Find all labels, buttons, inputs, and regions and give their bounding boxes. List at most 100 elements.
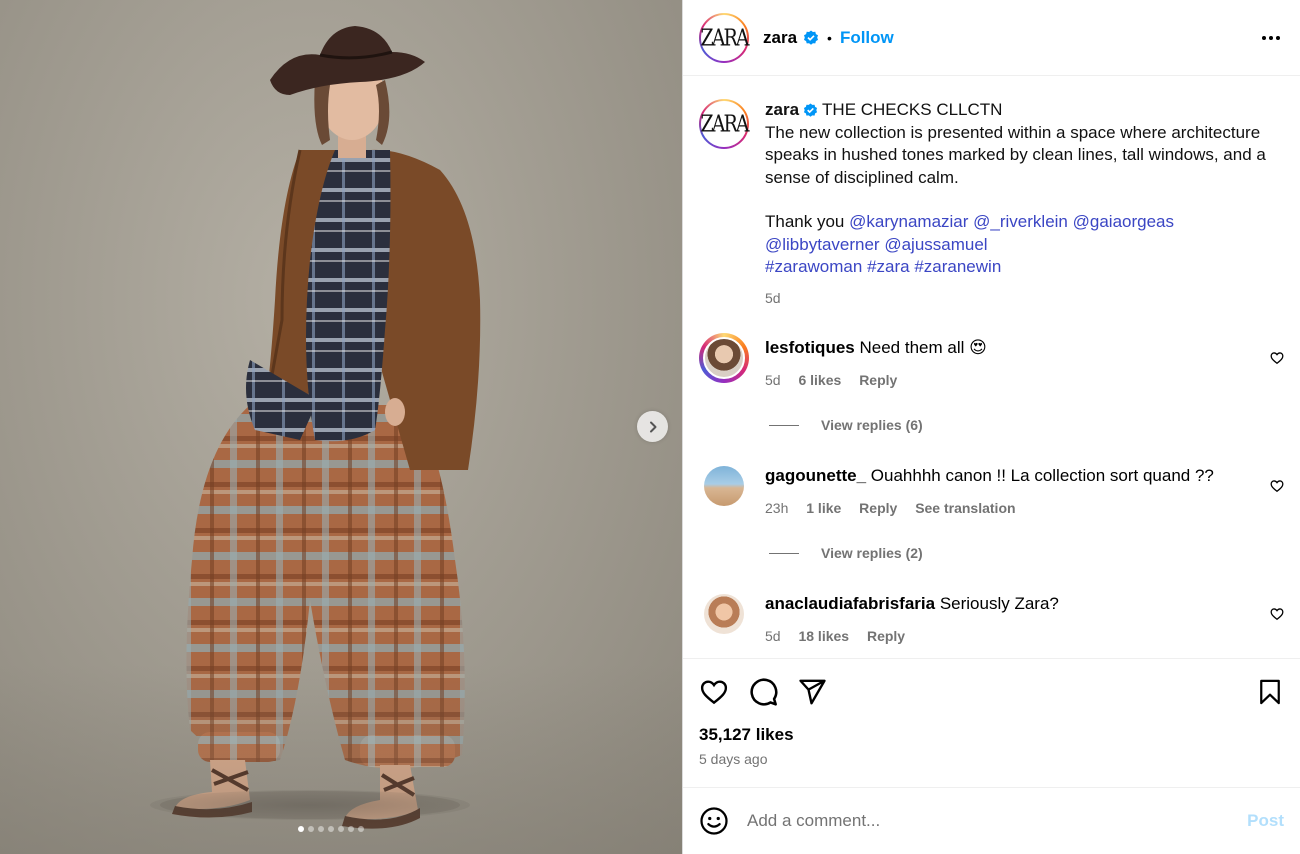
see-translation-button[interactable]: See translation xyxy=(915,500,1015,516)
comment-username[interactable]: lesfotiques xyxy=(765,338,855,357)
post-comment-button[interactable]: Post xyxy=(1247,811,1284,831)
mention-link[interactable]: @gaiaorgeas xyxy=(1073,212,1174,231)
author-username[interactable]: zara xyxy=(763,28,797,48)
hashtag-link[interactable]: #zara xyxy=(867,257,910,276)
mention-link[interactable]: @ajussamuel xyxy=(884,235,987,254)
carousel-indicator xyxy=(298,826,364,832)
reply-button[interactable]: Reply xyxy=(867,628,905,644)
chevron-right-icon xyxy=(649,421,656,432)
more-icon-dot xyxy=(1269,35,1273,40)
more-icon-dot xyxy=(1276,35,1280,40)
comment-likes[interactable]: 18 likes xyxy=(798,628,849,644)
zara-logo: ZARA xyxy=(700,110,750,138)
action-icons xyxy=(699,659,1284,725)
action-bar: 35,127 likes 5 days ago xyxy=(683,658,1300,788)
reply-button[interactable]: Reply xyxy=(859,372,897,388)
header-separator: • xyxy=(827,29,832,46)
carousel-dot xyxy=(318,826,324,832)
avatar-image xyxy=(703,337,745,379)
comment-input[interactable] xyxy=(747,811,1248,831)
carousel-dot xyxy=(328,826,334,832)
hashtag-link[interactable]: #zaranewin xyxy=(914,257,1001,276)
post-side-panel: ZARA zara • Follow ZARA zara THE CHECKS … xyxy=(682,0,1300,854)
comment-body: anaclaudiafabrisfaria Seriously Zara? 5d… xyxy=(765,589,1245,647)
more-options-button[interactable] xyxy=(1258,28,1284,48)
comment-username[interactable]: anaclaudiafabrisfaria xyxy=(765,594,935,613)
post-header: ZARA zara • Follow xyxy=(683,0,1300,76)
likes-count[interactable]: 35,127 likes xyxy=(699,725,1284,745)
mention-link[interactable]: @_riverklein xyxy=(973,212,1068,231)
post-dialog: ZARA zara • Follow ZARA zara THE CHECKS … xyxy=(0,0,1300,854)
comment-like-icon[interactable] xyxy=(1270,607,1284,621)
post-time[interactable]: 5 days ago xyxy=(699,751,1284,767)
more-icon xyxy=(1262,35,1266,40)
mention-link[interactable]: @libbytaverner xyxy=(765,235,880,254)
heart-icon[interactable] xyxy=(699,677,729,707)
comment-age[interactable]: 5d xyxy=(765,372,781,388)
thanks-prefix: Thank you xyxy=(765,212,845,231)
avatar-inner: ZARA xyxy=(700,101,750,147)
comment-age[interactable]: 5d xyxy=(765,628,781,644)
carousel-dot xyxy=(358,826,364,832)
emoji-icon[interactable] xyxy=(699,806,729,836)
carousel-dot xyxy=(348,826,354,832)
share-icon[interactable] xyxy=(797,677,827,707)
bookmark-icon[interactable] xyxy=(1256,677,1284,707)
caption: ZARA zara THE CHECKS CLLCTN The new colle… xyxy=(699,99,1284,309)
commenter-avatar[interactable] xyxy=(699,589,749,639)
comment-item: anaclaudiafabrisfaria Seriously Zara? 5d… xyxy=(699,589,1284,647)
reply-button[interactable]: Reply xyxy=(859,500,897,516)
comment-item: gagounette_ Ouahhhh canon !! La collecti… xyxy=(699,461,1284,519)
comment-like-icon[interactable] xyxy=(1270,351,1284,365)
comment-text: Ouahhhh canon !! La collection sort quan… xyxy=(870,466,1214,485)
caption-username[interactable]: zara xyxy=(765,100,799,119)
caption-text: The new collection is presented within a… xyxy=(765,122,1266,187)
comment-text: Need them all xyxy=(859,338,965,357)
carousel-next-button[interactable] xyxy=(637,411,668,442)
view-replies-button[interactable]: View replies (2) xyxy=(769,545,1284,561)
comment-composer: Post xyxy=(683,787,1300,854)
comment-body: gagounette_ Ouahhhh canon !! La collecti… xyxy=(765,461,1245,519)
comment-text: Seriously Zara? xyxy=(939,594,1059,613)
comment-meta: 23h 1 like Reply See translation xyxy=(765,497,1245,519)
commenter-avatar[interactable] xyxy=(699,333,749,383)
verified-icon xyxy=(803,103,818,117)
avatar-image xyxy=(704,594,744,634)
comment-likes[interactable]: 6 likes xyxy=(798,372,841,388)
comment-like-icon[interactable] xyxy=(1270,479,1284,493)
avatar-image xyxy=(704,466,744,506)
post-media[interactable] xyxy=(0,0,682,854)
author-avatar[interactable]: ZARA xyxy=(699,12,750,63)
comment-body: lesfotiques Need them all 😍 5d 6 likes R… xyxy=(765,333,1245,391)
view-replies-label: View replies (6) xyxy=(821,417,923,433)
view-replies-label: View replies (2) xyxy=(821,545,923,561)
replies-line xyxy=(769,424,799,426)
commenter-avatar[interactable] xyxy=(699,461,749,511)
hashtag-link[interactable]: #zarawoman xyxy=(765,257,862,276)
comment-emoji: 😍 xyxy=(969,338,987,357)
caption-hashtags: #zarawoman #zara #zaranewin xyxy=(765,256,1284,279)
caption-body: zara THE CHECKS CLLCTN The new collection… xyxy=(765,99,1284,309)
caption-thanks: Thank you @karynamaziar @_riverklein @ga… xyxy=(765,211,1284,256)
avatar-inner: ZARA xyxy=(700,14,750,61)
carousel-dot xyxy=(338,826,344,832)
verified-icon xyxy=(804,30,819,45)
comment-icon[interactable] xyxy=(747,676,779,708)
caption-title: THE CHECKS CLLCTN xyxy=(822,100,1003,119)
mention-link[interactable]: @karynamaziar xyxy=(849,212,968,231)
comment-meta: 5d 18 likes Reply xyxy=(765,625,1245,647)
comment-age[interactable]: 23h xyxy=(765,500,788,516)
zara-logo: ZARA xyxy=(700,23,750,52)
follow-button[interactable]: Follow xyxy=(840,28,894,48)
view-replies-button[interactable]: View replies (6) xyxy=(769,417,1284,433)
caption-avatar[interactable]: ZARA xyxy=(699,99,749,149)
comment-item: lesfotiques Need them all 😍 5d 6 likes R… xyxy=(699,333,1284,391)
comment-username[interactable]: gagounette_ xyxy=(765,466,866,485)
comment-meta: 5d 6 likes Reply xyxy=(765,369,1245,391)
caption-age[interactable]: 5d xyxy=(765,287,1284,310)
carousel-dot xyxy=(298,826,304,832)
comment-likes[interactable]: 1 like xyxy=(806,500,841,516)
carousel-dot xyxy=(308,826,314,832)
replies-line xyxy=(769,552,799,554)
comments-list[interactable]: ZARA zara THE CHECKS CLLCTN The new colle… xyxy=(683,77,1300,658)
